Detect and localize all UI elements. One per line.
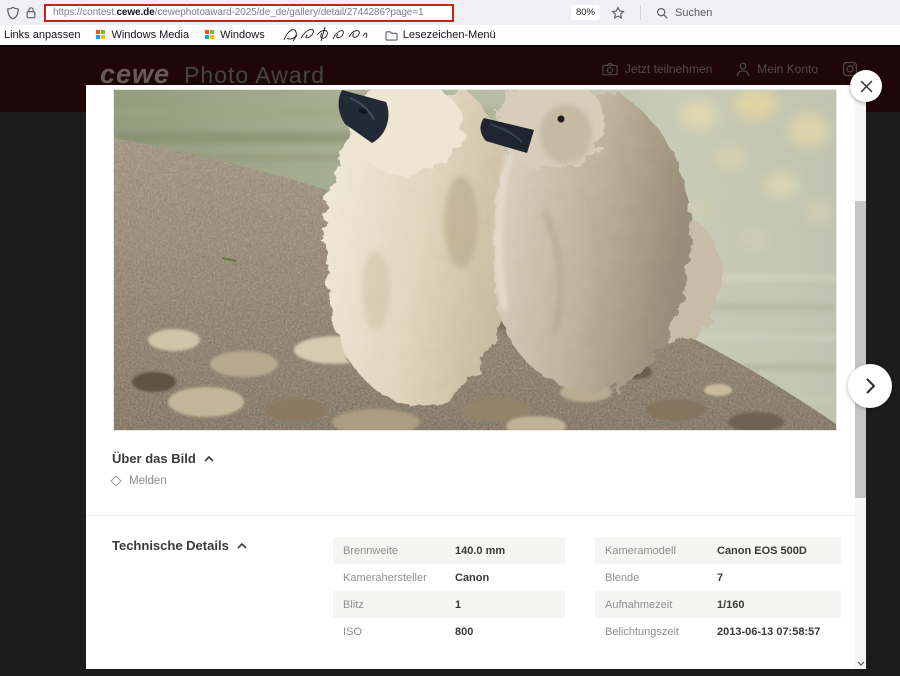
folder-icon [385,30,398,41]
toolbar-divider [640,5,641,20]
section-divider [86,515,855,516]
url-bar[interactable]: https://contest.cewe.de/cewephotoaward-2… [44,4,454,22]
table-row: Kamerahersteller Canon [333,564,565,591]
windows-logo-icon [96,30,106,40]
handwritten-scribble-annotation [281,25,369,46]
url-text-prefix: https://contest. [53,7,116,18]
windows-logo-icon [205,30,215,40]
chevron-up-icon [237,543,247,549]
table-row: Blitz 1 [333,591,565,618]
photo-detail-modal: Über das Bild Melden Technische Details … [86,85,855,669]
bookmark-star-icon[interactable] [605,6,631,20]
url-text-path: /cewephotoaward-2025/de_de/gallery/detai… [155,7,424,18]
section-tech-header[interactable]: Technische Details [112,538,247,553]
close-icon [860,80,873,93]
table-row: ISO 800 [333,618,565,645]
lock-icon[interactable] [25,6,37,19]
page-area: cewe Photo Award Jetzt teilnehmen Mein K… [0,45,900,676]
table-row: Brennweite 140.0 mm [333,537,565,564]
table-row: Aufnahmezeit 1/160 [595,591,841,618]
tech-title-label: Technische Details [112,538,229,553]
search-input[interactable]: Suchen [650,3,892,22]
tech-table-left: Brennweite 140.0 mm Kamerahersteller Can… [333,537,565,645]
search-placeholder: Suchen [675,7,712,19]
section-about-header[interactable]: Über das Bild [112,451,214,466]
url-text-domain: cewe.de [116,7,154,18]
nav-participate[interactable]: Jetzt teilnehmen [602,62,712,76]
scrollbar-thumb[interactable] [855,201,866,498]
report-flag-icon [110,475,121,486]
bookmark-lesezeichen-menu[interactable]: Lesezeichen-Menü [385,29,496,41]
scroll-down-icon[interactable] [855,661,866,666]
shield-icon[interactable] [6,6,20,20]
chevron-up-icon [204,456,214,462]
bookmark-windows[interactable]: Windows [205,29,265,41]
close-button[interactable] [850,70,882,102]
about-title-label: Über das Bild [112,451,196,466]
bookmark-links-anpassen[interactable]: Links anpassen [4,29,80,41]
report-label: Melden [129,475,167,487]
bookmarks-bar: Links anpassen Windows Media Windows Les… [0,25,900,45]
table-row: Kameramodell Canon EOS 500D [595,537,841,564]
search-icon [656,7,668,19]
table-row: Blende 7 [595,564,841,591]
report-button[interactable]: Melden [112,475,167,487]
browser-toolbar: https://contest.cewe.de/cewephotoaward-2… [0,0,900,25]
nav-account[interactable]: Mein Konto [736,62,818,77]
zoom-indicator[interactable]: 80% [571,5,600,20]
chevron-right-icon [866,378,875,394]
photo-cygnets [113,89,837,431]
tech-table-right: Kameramodell Canon EOS 500D Blende 7 Auf… [595,537,841,645]
bookmark-windows-media[interactable]: Windows Media [96,29,189,41]
camera-icon [602,62,618,76]
table-row: Belichtungszeit 2013-06-13 07:58:57 [595,618,841,645]
next-image-button[interactable] [848,364,892,408]
user-icon [736,62,750,77]
header-nav: Jetzt teilnehmen Mein Konto [602,59,858,79]
